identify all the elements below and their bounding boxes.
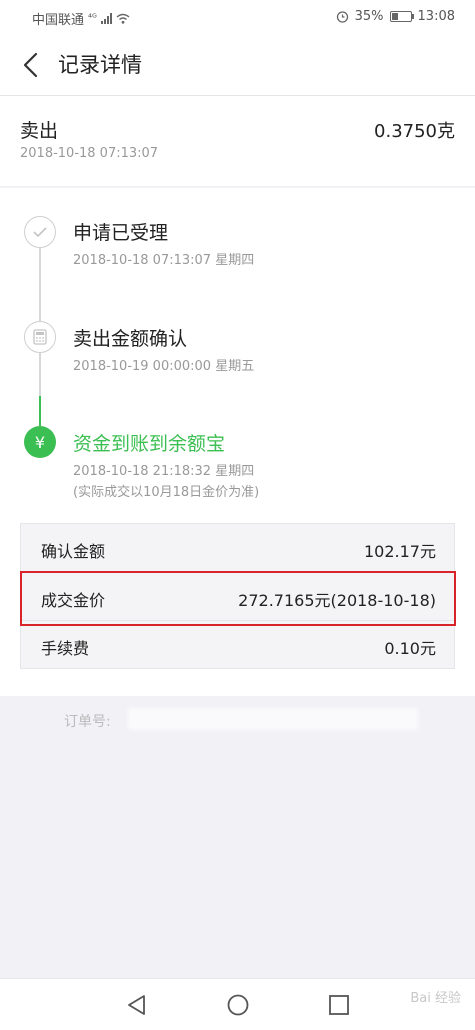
transaction-amount: 0.3750克 <box>374 121 455 142</box>
signal-icon <box>100 13 112 24</box>
system-nav-bar: Bai 经验 <box>0 978 475 1030</box>
detail-label: 手续费 <box>41 639 90 658</box>
transaction-time: 2018-10-18 07:13:07 <box>20 146 159 161</box>
network-type: ⁴ᴳ <box>88 13 97 24</box>
battery-icon <box>389 11 414 22</box>
step-title-active: 资金到账到余额宝 <box>73 433 226 455</box>
yuan-circle-icon: ¥ <box>24 426 56 458</box>
alarm-icon <box>336 11 348 23</box>
back-button[interactable] <box>16 49 48 81</box>
check-circle-icon <box>24 216 56 248</box>
page-title: 记录详情 <box>58 53 142 77</box>
battery-percent: 35% <box>354 9 384 24</box>
clock-time: 13:08 <box>417 9 455 24</box>
wifi-icon <box>116 13 130 24</box>
home-circle-icon[interactable] <box>224 991 252 1019</box>
top-navbar: 记录详情 <box>0 34 475 96</box>
status-bar: 中国联通 ⁴ᴳ 35% 13:08 <box>0 0 475 34</box>
step-title: 申请已受理 <box>73 222 169 244</box>
detail-row-confirm-amount: 确认金额 102.17元 <box>21 524 454 572</box>
transaction-summary: 卖出 2018-10-18 07:13:07 0.3750克 <box>0 96 475 186</box>
order-number-redacted <box>128 708 418 730</box>
detail-row-fee: 手续费 0.10元 <box>21 620 454 669</box>
detail-value: 102.17元 <box>364 542 436 561</box>
step-time: 2018-10-18 07:13:07 星期四 <box>73 253 255 268</box>
transaction-type: 卖出 <box>20 120 59 142</box>
recents-square-icon[interactable] <box>325 991 353 1019</box>
chevron-left-icon <box>23 52 38 78</box>
order-number-label: 订单号: <box>64 714 111 730</box>
watermark: Bai 经验 <box>410 991 461 1006</box>
back-triangle-icon[interactable] <box>123 991 151 1019</box>
carrier-name: 中国联通 <box>32 13 85 28</box>
calculator-icon <box>24 321 56 353</box>
step-note: (实际成交以10月18日金价为准) <box>73 485 260 500</box>
step-title: 卖出金额确认 <box>73 328 188 350</box>
step-time: 2018-10-18 21:18:32 星期四 <box>73 464 255 479</box>
detail-value: 0.10元 <box>384 639 436 658</box>
timeline-line-green <box>39 396 41 426</box>
step-time: 2018-10-19 00:00:00 星期五 <box>73 359 255 374</box>
detail-label: 确认金额 <box>41 542 106 561</box>
highlight-box <box>20 571 456 626</box>
